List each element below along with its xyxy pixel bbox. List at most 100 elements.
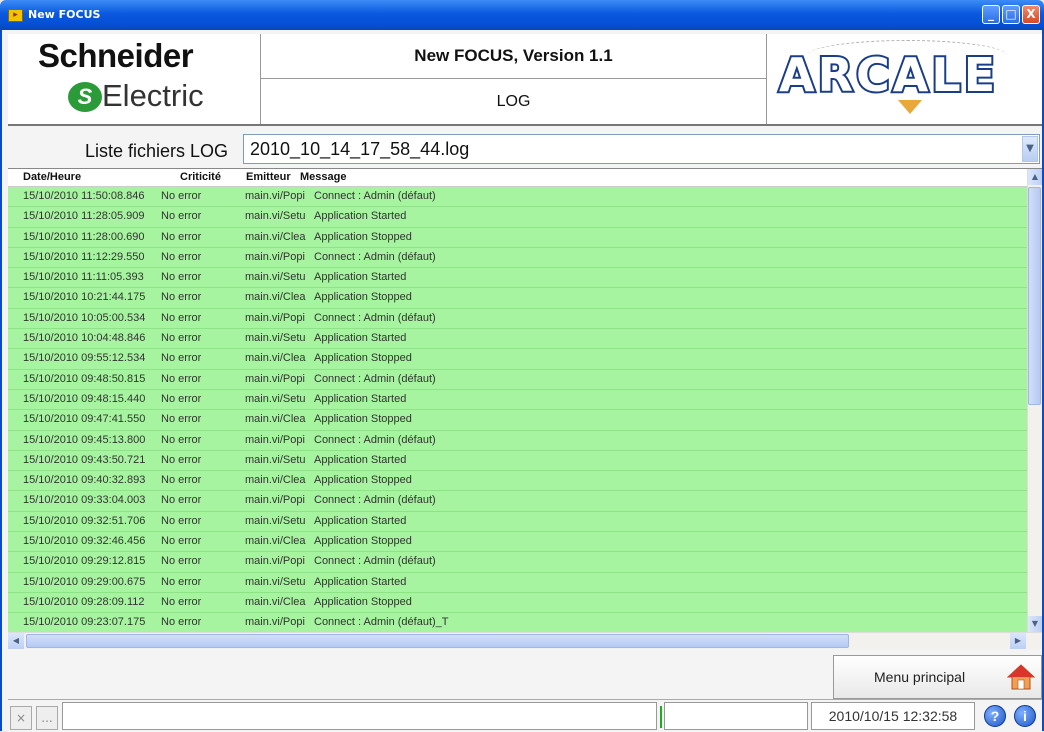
cell-date: 15/10/2010 09:43:50.721	[23, 453, 146, 466]
cell-date: 15/10/2010 11:28:00.690	[23, 230, 145, 243]
help-icon[interactable]: ?	[984, 705, 1006, 727]
cell-emitteur: main.vi/Setu	[245, 514, 306, 527]
scroll-down-icon[interactable]: ▼	[1028, 616, 1042, 632]
table-row[interactable]: 15/10/2010 09:33:04.003 No error main.vi/P…	[8, 491, 1028, 512]
cell-message: Application Started	[314, 392, 407, 405]
cell-emitteur: main.vi/Clea	[245, 595, 306, 608]
table-row[interactable]: 15/10/2010 09:23:07.175 No error main.vi/P…	[8, 613, 1028, 634]
main-menu-button[interactable]: Menu principal	[833, 655, 1042, 699]
cell-message: Application Stopped	[314, 230, 412, 243]
cell-date: 15/10/2010 09:48:15.440	[23, 392, 146, 405]
table-row[interactable]: 15/10/2010 09:55:12.534 No error main.vi/C…	[8, 349, 1028, 370]
cell-date: 15/10/2010 09:55:12.534	[23, 352, 146, 365]
cell-emitteur: main.vi/Setu	[245, 453, 306, 466]
col-message[interactable]: Message	[300, 171, 346, 183]
cell-criticite: No error	[161, 535, 202, 548]
table-row[interactable]: 15/10/2010 11:11:05.393 No error main.vi/S…	[8, 268, 1028, 289]
cell-emitteur: main.vi/Setu	[245, 210, 306, 223]
cell-emitteur: main.vi/Setu	[245, 271, 306, 284]
cell-emitteur: main.vi/Popi	[245, 494, 305, 507]
cell-date: 15/10/2010 11:50:08.846	[23, 190, 145, 202]
table-row[interactable]: 15/10/2010 09:48:50.815 No error main.vi/P…	[8, 369, 1028, 390]
table-row[interactable]: 15/10/2010 09:32:46.456 No error main.vi/C…	[8, 532, 1028, 553]
cell-date: 15/10/2010 09:33:04.003	[23, 494, 146, 507]
chevron-down-icon[interactable]: ▼	[1022, 136, 1038, 162]
table-row[interactable]: 15/10/2010 09:29:00.675 No error main.vi/S…	[8, 572, 1028, 593]
log-file-value: 2010_10_14_17_58_44.log	[250, 139, 470, 159]
schneider-electric-logo: Schneider S Electric	[8, 34, 261, 124]
cell-criticite: No error	[161, 555, 202, 568]
horizontal-scrollbar[interactable]: ◀ ▶	[8, 632, 1042, 649]
scroll-right-icon[interactable]: ▶	[1010, 633, 1026, 649]
cell-emitteur: main.vi/Clea	[245, 474, 306, 487]
scroll-thumb-horizontal[interactable]	[26, 634, 849, 648]
scroll-up-icon[interactable]: ▲	[1028, 169, 1042, 185]
cell-message: Application Started	[314, 514, 407, 527]
table-row[interactable]: 15/10/2010 10:21:44.175 No error main.vi/C…	[8, 288, 1028, 309]
cell-date: 15/10/2010 11:28:05.909	[23, 210, 145, 223]
cell-criticite: No error	[161, 413, 202, 426]
status-field	[62, 702, 657, 730]
col-emitteur[interactable]: Emitteur	[246, 171, 291, 183]
cell-emitteur: main.vi/Clea	[245, 535, 306, 548]
table-row[interactable]: 15/10/2010 09:32:51.706 No error main.vi/S…	[8, 511, 1028, 533]
cell-criticite: No error	[161, 311, 202, 324]
table-row[interactable]: 15/10/2010 09:47:41.550 No error main.vi/C…	[8, 410, 1028, 431]
table-row[interactable]: 15/10/2010 11:12:29.550 No error main.vi/P…	[8, 247, 1028, 269]
table-body: 15/10/2010 11:50:08.846 No error main.vi/P…	[8, 187, 1028, 634]
scroll-left-icon[interactable]: ◀	[8, 633, 24, 649]
table-row[interactable]: 15/10/2010 09:43:50.721 No error main.vi/S…	[8, 450, 1028, 472]
info-icon[interactable]: i	[1014, 705, 1036, 727]
cell-criticite: No error	[161, 575, 202, 588]
cell-criticite: No error	[161, 210, 202, 223]
cell-criticite: No error	[161, 230, 202, 243]
col-criticite[interactable]: Criticité	[180, 171, 221, 183]
more-button[interactable]: ...	[36, 706, 58, 730]
table-row[interactable]: 15/10/2010 09:28:09.112 No error main.vi/C…	[8, 592, 1028, 614]
close-small-button[interactable]: ×	[10, 706, 32, 730]
cell-message: Connect : Admin (défaut)_T	[314, 616, 449, 629]
status-bar: × ... 2010/10/15 12:32:58 ? i	[8, 699, 1042, 732]
table-row[interactable]: 15/10/2010 10:04:48.846 No error main.vi/S…	[8, 329, 1028, 350]
table-row[interactable]: 15/10/2010 09:48:15.440 No error main.vi/S…	[8, 389, 1028, 411]
arcale-logo: ARCALE	[766, 34, 1043, 124]
table-row[interactable]: 15/10/2010 09:29:12.815 No error main.vi/P…	[8, 552, 1028, 573]
window-titlebar[interactable]: ▸ New FOCUS _ □ X	[0, 0, 1044, 30]
log-table[interactable]: Date/Heure Criticité Emitteur Message 15…	[8, 168, 1042, 649]
vertical-scrollbar[interactable]: ▲ ▼	[1027, 169, 1042, 632]
cell-date: 15/10/2010 09:40:32.893	[23, 474, 146, 487]
cell-emitteur: main.vi/Popi	[245, 311, 305, 324]
cell-message: Application Started	[314, 575, 407, 588]
cell-date: 15/10/2010 09:47:41.550	[23, 413, 146, 426]
log-file-select[interactable]: 2010_10_14_17_58_44.log ▼	[243, 134, 1040, 164]
cell-emitteur: main.vi/Clea	[245, 413, 306, 426]
cell-date: 15/10/2010 09:23:07.175	[23, 616, 146, 629]
table-row[interactable]: 15/10/2010 09:40:32.893 No error main.vi/C…	[8, 471, 1028, 492]
cell-emitteur: main.vi/Popi	[245, 250, 305, 263]
cell-date: 15/10/2010 09:29:00.675	[23, 575, 146, 588]
cell-emitteur: main.vi/Setu	[245, 332, 306, 345]
table-row[interactable]: 15/10/2010 11:28:00.690 No error main.vi/C…	[8, 227, 1028, 248]
scroll-thumb-vertical[interactable]	[1028, 187, 1041, 405]
maximize-button[interactable]: □	[1002, 5, 1020, 24]
cell-criticite: No error	[161, 494, 202, 507]
cell-criticite: No error	[161, 453, 202, 466]
cell-message: Connect : Admin (défaut)	[314, 433, 436, 446]
cell-date: 15/10/2010 11:12:29.550	[23, 250, 145, 263]
cell-message: Application Started	[314, 332, 407, 345]
minimize-button[interactable]: _	[982, 5, 1000, 24]
table-row[interactable]: 15/10/2010 11:28:05.909 No error main.vi/S…	[8, 207, 1028, 228]
col-date[interactable]: Date/Heure	[23, 171, 81, 183]
table-row[interactable]: 15/10/2010 11:50:08.846 No error main.vi/P…	[8, 187, 1028, 208]
cell-emitteur: main.vi/Setu	[245, 575, 306, 588]
cell-criticite: No error	[161, 474, 202, 487]
cell-message: Application Stopped	[314, 291, 412, 304]
table-row[interactable]: 15/10/2010 09:45:13.800 No error main.vi/P…	[8, 430, 1028, 451]
close-button[interactable]: X	[1022, 5, 1040, 24]
home-icon	[1007, 664, 1035, 690]
cell-message: Connect : Admin (défaut)	[314, 555, 436, 568]
page-subtitle: LOG	[496, 93, 531, 110]
cell-criticite: No error	[161, 616, 202, 629]
table-row[interactable]: 15/10/2010 10:05:00.534 No error main.vi/P…	[8, 308, 1028, 330]
cell-message: Application Stopped	[314, 352, 412, 365]
